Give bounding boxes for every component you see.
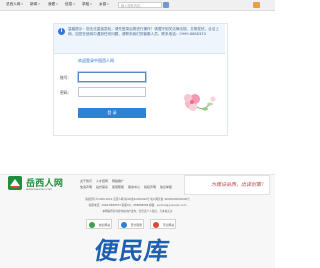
shield-icon <box>89 222 95 228</box>
footer-link-promo[interactable]: 网络推广 <box>112 179 124 183</box>
chevron-down-icon: ▾ <box>107 2 109 6</box>
chevron-down-icon: ▾ <box>21 2 23 6</box>
nav-item-info[interactable]: 信息▾ <box>65 2 75 7</box>
footer-link-report[interactable]: 信息举报 <box>160 185 172 189</box>
username-label: 账号： <box>60 75 72 80</box>
login-button[interactable]: 登 录 <box>78 108 146 118</box>
search-icon[interactable] <box>163 2 169 8</box>
notice-text: 温馨提示：您无法直接发帖，请先登录后再进行操作！请遵守相关法律法规，文明发帖，合… <box>68 27 219 37</box>
user-icon[interactable] <box>253 2 260 8</box>
trust-badge[interactable]: 可信网站 <box>150 219 176 229</box>
info-icon: i <box>58 28 65 35</box>
nav-item-towns[interactable]: 乡镇▾ <box>99 2 109 7</box>
password-label: 密码： <box>60 90 72 95</box>
chevron-down-icon: ▾ <box>38 2 40 6</box>
trust-badge[interactable]: 诚信网站 <box>86 219 112 229</box>
footer-link-disclaimer[interactable]: 免责声明 <box>80 185 92 189</box>
nav-item-watch[interactable]: 我看▾ <box>48 2 58 7</box>
nav-item-news[interactable]: 新闻▾ <box>30 2 40 7</box>
nav-item-home[interactable]: 总西人网▾ <box>6 2 23 7</box>
nav-item-rent[interactable]: 求租▾ <box>82 2 92 7</box>
password-input[interactable] <box>78 87 146 97</box>
shield-icon <box>121 222 127 228</box>
flower-illustration <box>184 94 216 111</box>
site-logo-url: www.Yuexiren.com <box>26 187 53 191</box>
footer-link-jobs[interactable]: 人才招聘 <box>96 179 108 183</box>
chevron-down-icon: ▾ <box>90 2 92 6</box>
footer-link-contact[interactable]: 站长联系 <box>96 185 108 189</box>
login-title: 欢迎登录中国西人网 <box>78 58 114 63</box>
contact-line: 客服电话：0999-8888333 客服QQ：888888888 邮箱：serv… <box>88 204 187 207</box>
trust-badge[interactable]: 安全联盟 <box>118 219 144 229</box>
footer-link-copyright[interactable]: 版权声明 <box>144 185 156 189</box>
username-input[interactable] <box>78 72 146 82</box>
disclaimer-line: 本网站所有内容均由用户发布，仅代表个人观点，与本站无关 <box>102 210 173 213</box>
site-logo-icon <box>8 176 22 190</box>
footer-link-help[interactable]: 使用帮助 <box>112 185 124 189</box>
footer-links: 关于我们 人才招聘 网络推广 免责声明 站长联系 使用帮助 留言中心 版权声明 … <box>80 178 175 190</box>
copyright-line: 版权所有©2008-2019 岳西人网 皖ICP备10000000号 皖公网安备… <box>85 198 190 201</box>
chevron-down-icon: ▾ <box>56 2 58 6</box>
watermark: 便民库 <box>92 237 173 265</box>
chevron-down-icon: ▾ <box>73 2 75 6</box>
footer-link-about[interactable]: 关于我们 <box>80 179 92 183</box>
shield-icon <box>153 222 159 228</box>
footer-link-feedback[interactable]: 留言中心 <box>128 185 140 189</box>
search-input[interactable]: 输入搜索内容 <box>118 2 162 8</box>
slogan-text: 为建设岳西，出谋划策！ <box>211 182 267 188</box>
